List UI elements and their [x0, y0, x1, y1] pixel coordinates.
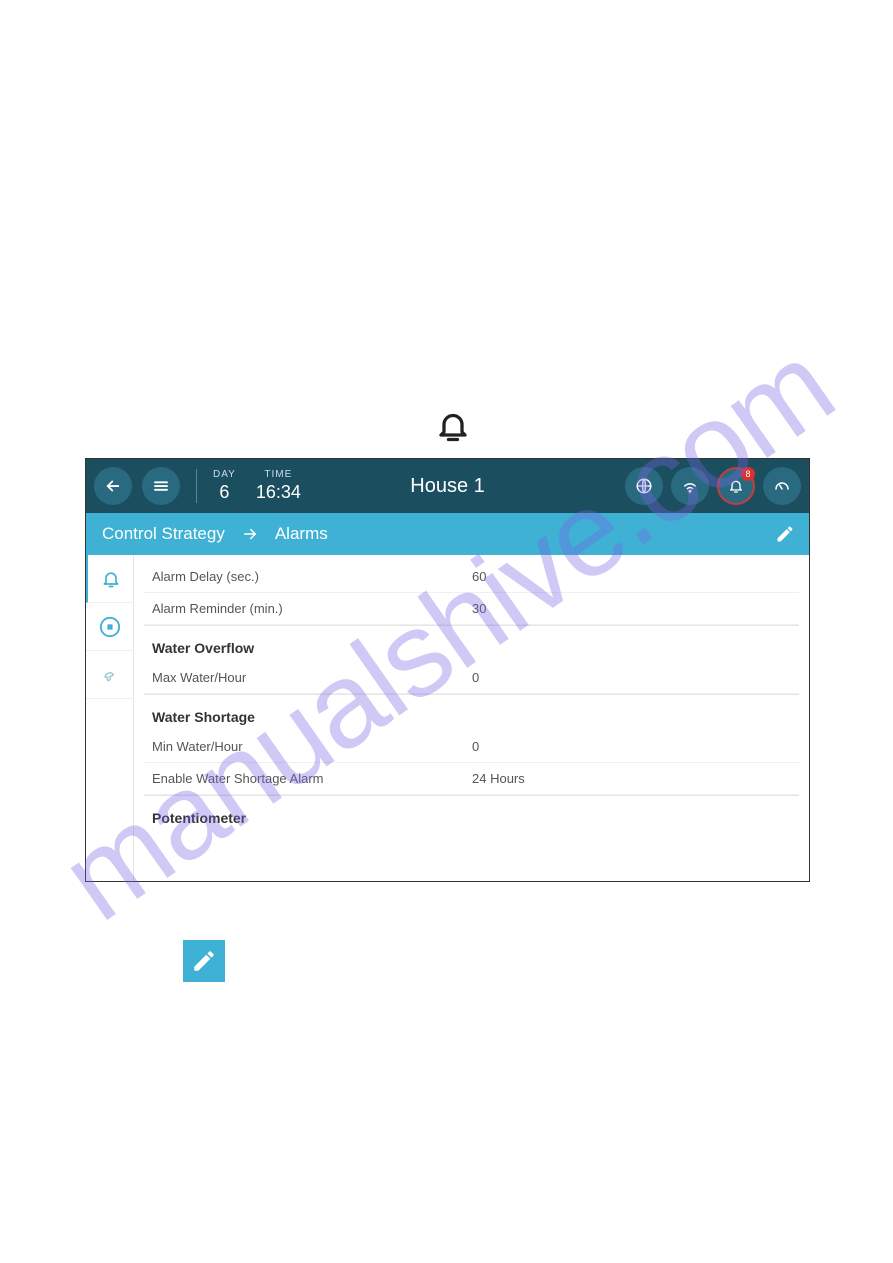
value-alarm-delay: 60 [472, 569, 791, 584]
edit-icon-example [183, 940, 225, 982]
wifi-button[interactable] [671, 467, 709, 505]
app-screenshot: DAY 6 TIME 16:34 House 1 8 [85, 458, 810, 882]
row-enable-shortage[interactable]: Enable Water Shortage Alarm 24 Hours [144, 763, 799, 795]
section-potentiometer: Potentiometer [144, 795, 799, 832]
tab-bird[interactable] [86, 651, 133, 699]
bell-icon [435, 408, 471, 444]
breadcrumb-current: Alarms [275, 524, 328, 544]
row-alarm-reminder[interactable]: Alarm Reminder (min.) 30 [144, 593, 799, 625]
globe-button[interactable] [625, 467, 663, 505]
day-label: DAY [213, 469, 236, 480]
settings-list[interactable]: Alarm Delay (sec.) 60 Alarm Reminder (mi… [134, 555, 809, 881]
menu-button[interactable] [142, 467, 180, 505]
breadcrumb-root[interactable]: Control Strategy [102, 524, 225, 544]
day-time-group: DAY 6 TIME 16:34 [213, 469, 301, 503]
page-title: House 1 [410, 475, 485, 498]
right-icon-group: 8 [625, 467, 801, 505]
day-value: 6 [213, 482, 236, 503]
row-max-water[interactable]: Max Water/Hour 0 [144, 662, 799, 694]
divider [196, 469, 197, 503]
content-area: Alarm Delay (sec.) 60 Alarm Reminder (mi… [86, 555, 809, 881]
alarm-button[interactable]: 8 [717, 467, 755, 505]
time-value: 16:34 [256, 482, 301, 503]
label-min-water: Min Water/Hour [152, 739, 472, 754]
back-button[interactable] [94, 467, 132, 505]
row-alarm-delay[interactable]: Alarm Delay (sec.) 60 [144, 561, 799, 593]
value-min-water: 0 [472, 739, 791, 754]
edit-button[interactable] [775, 524, 795, 544]
label-max-water: Max Water/Hour [152, 670, 472, 685]
arrow-right-icon [241, 525, 259, 543]
breadcrumb: Control Strategy Alarms [86, 513, 809, 555]
value-enable-shortage: 24 Hours [472, 771, 791, 786]
gauge-button[interactable] [763, 467, 801, 505]
time-label: TIME [256, 469, 301, 480]
section-water-shortage: Water Shortage [144, 694, 799, 731]
label-alarm-delay: Alarm Delay (sec.) [152, 569, 472, 584]
alert-badge: 8 [741, 467, 755, 481]
value-max-water: 0 [472, 670, 791, 685]
value-alarm-reminder: 30 [472, 601, 791, 616]
tab-alarm[interactable] [86, 555, 133, 603]
section-water-overflow: Water Overflow [144, 625, 799, 662]
top-bar: DAY 6 TIME 16:34 House 1 8 [86, 459, 809, 513]
label-alarm-reminder: Alarm Reminder (min.) [152, 601, 472, 616]
label-enable-shortage: Enable Water Shortage Alarm [152, 771, 472, 786]
tab-fan[interactable] [86, 603, 133, 651]
row-min-water[interactable]: Min Water/Hour 0 [144, 731, 799, 763]
side-tabs [86, 555, 134, 881]
